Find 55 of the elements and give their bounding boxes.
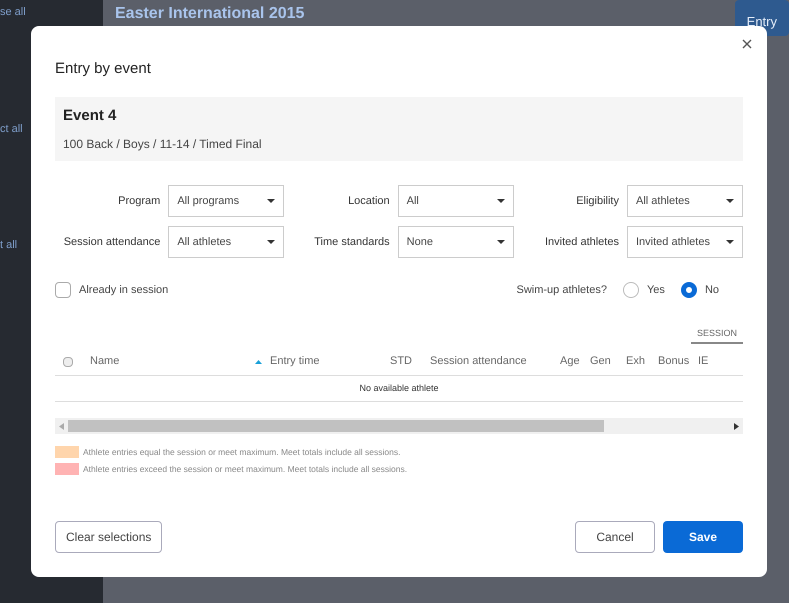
caret-icon xyxy=(267,199,276,203)
sidebar-text: se all xyxy=(0,5,26,20)
close-icon xyxy=(742,39,752,49)
caret-icon xyxy=(726,199,734,203)
filter-dropdown[interactable]: All athletes xyxy=(626,185,743,217)
checkbox[interactable] xyxy=(55,282,71,298)
scrollbar-thumb[interactable] xyxy=(68,420,604,432)
legend-text: Athlete entries equal the session or meet maximum. Meet totals include all sessions. xyxy=(83,446,400,459)
caret-icon xyxy=(496,240,505,244)
column-header[interactable]: Name xyxy=(90,353,120,370)
select-all-checkbox[interactable] xyxy=(63,356,73,366)
column-header[interactable]: Bonus xyxy=(658,353,690,370)
filter-label: Time standards xyxy=(313,234,390,250)
filter-label: Session attendance xyxy=(62,234,160,250)
event-description: 100 Back / Boys / 11-14 / Timed Final xyxy=(63,136,263,153)
caret-icon xyxy=(726,240,734,244)
filter-dropdown[interactable]: All programs xyxy=(168,185,284,217)
radio-button[interactable] xyxy=(680,282,697,298)
filter-dropdown[interactable]: None xyxy=(398,226,514,258)
save-button[interactable]: Save xyxy=(663,521,743,553)
radio-label: No xyxy=(704,283,719,298)
column-header[interactable]: Age xyxy=(560,353,580,370)
cancel-button[interactable]: Cancel xyxy=(575,521,655,553)
filter-dropdown[interactable]: All athletes xyxy=(168,226,284,258)
filter-label: Eligibility xyxy=(575,194,619,209)
column-header[interactable]: Entry time xyxy=(270,353,320,370)
clear-selections-button[interactable]: Clear selections xyxy=(55,521,162,553)
checkbox-label: Already in session xyxy=(79,283,168,298)
filter-label: Invited athletes xyxy=(544,234,619,250)
filter-label: Program xyxy=(117,194,160,209)
horizontal-scrollbar[interactable] xyxy=(55,418,743,434)
scroll-right-icon xyxy=(734,422,739,430)
column-header[interactable]: Exh xyxy=(626,353,645,370)
filter-dropdown[interactable]: Invited athletes xyxy=(626,226,743,258)
sidebar-text: t all xyxy=(0,238,18,253)
sidebar-text: ct all xyxy=(0,122,23,136)
scroll-left-icon xyxy=(59,422,64,430)
filter-label: Location xyxy=(347,194,390,209)
caret-icon xyxy=(267,240,276,244)
radio-button[interactable] xyxy=(622,282,639,298)
caret-icon xyxy=(496,199,505,203)
column-header[interactable]: Gen xyxy=(590,353,611,370)
filter-dropdown[interactable]: All xyxy=(398,185,514,217)
group-header: SESSION xyxy=(691,326,743,344)
column-header[interactable]: STD xyxy=(390,353,412,370)
radio-label: Yes xyxy=(646,283,665,298)
radio-group-label: Swim-up athletes? xyxy=(516,283,607,298)
page-title: Easter International 2015 xyxy=(115,4,304,24)
empty-message: No available athlete xyxy=(359,382,439,395)
legend-text: Athlete entries exceed the session or meet maximum. Meet totals include all sessions. xyxy=(83,462,408,476)
column-header[interactable]: IE xyxy=(698,353,708,370)
event-name: Event 4 xyxy=(63,106,118,126)
dialog-title: Entry by event xyxy=(55,59,152,79)
column-header[interactable]: Session attendance xyxy=(430,353,527,370)
sort-ascending-icon xyxy=(255,360,262,364)
